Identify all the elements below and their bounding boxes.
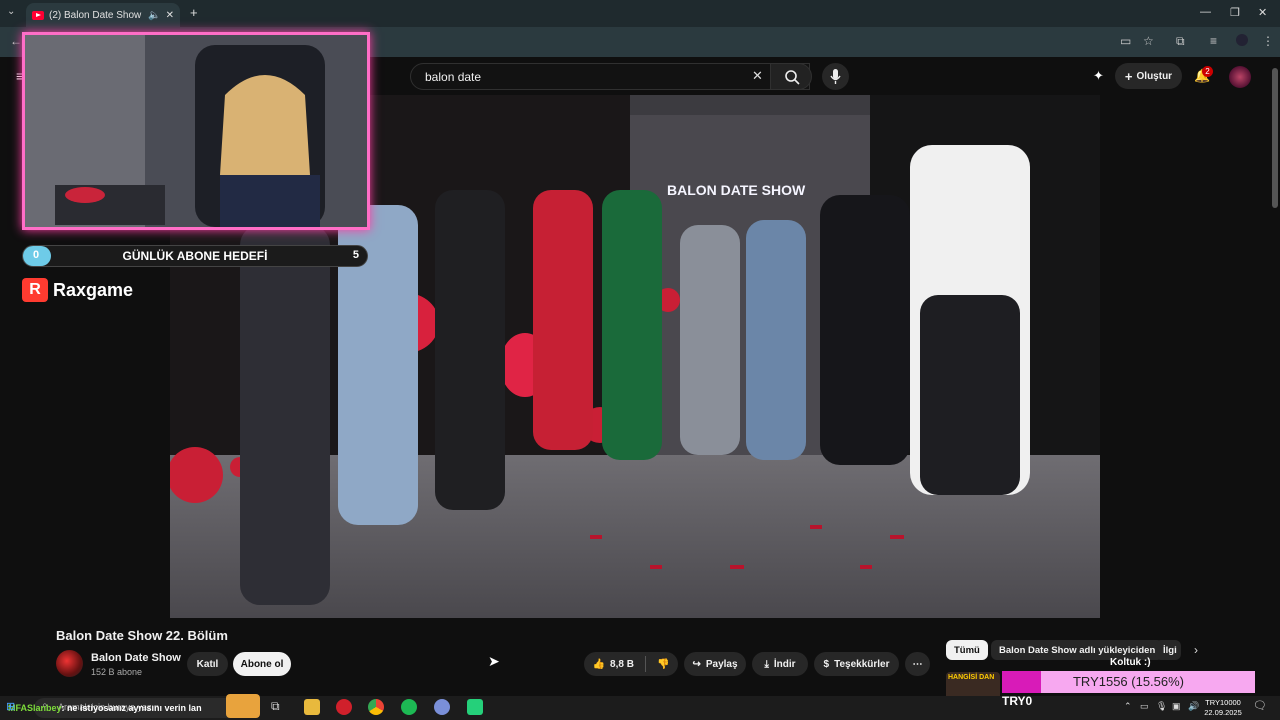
tray-display-icon[interactable]: ▣ bbox=[1172, 701, 1181, 712]
stream-chat-message: MFASlanbey: ne istiyosanız aynısını veri… bbox=[8, 703, 202, 713]
thumbs-up-icon: 👍 bbox=[592, 658, 606, 670]
plus-icon: + bbox=[1124, 68, 1133, 84]
menu-kebab-icon[interactable]: ⋮ bbox=[1262, 34, 1274, 48]
like-button[interactable]: 👍 8,8 B bbox=[593, 659, 634, 670]
notification-badge: 2 bbox=[1202, 66, 1213, 77]
search-input[interactable]: balon date bbox=[410, 63, 810, 90]
share-arrow-icon: ↪ bbox=[692, 658, 701, 670]
media-icon[interactable]: ≡ bbox=[1210, 34, 1217, 48]
chrome-icon[interactable] bbox=[368, 699, 384, 715]
goal-title: GÜNLÜK ABONE HEDEFİ bbox=[122, 249, 268, 263]
search-highlight-image bbox=[226, 694, 260, 718]
bookmark-star-icon[interactable]: ☆ bbox=[1143, 34, 1154, 48]
more-horizontal-icon: ⋯ bbox=[912, 658, 923, 670]
file-explorer-icon[interactable] bbox=[304, 699, 320, 715]
tray-mic-icon[interactable]: 🎙 bbox=[1156, 701, 1167, 712]
donation-bar-label: TRY1556 (15.56%) bbox=[1072, 674, 1185, 689]
tray-chevron-icon[interactable]: ⌃ bbox=[1124, 701, 1132, 712]
premium-gem-icon[interactable]: ✦ bbox=[1093, 68, 1104, 84]
thanks-label: Teşekkürler bbox=[834, 658, 890, 670]
download-label: İndir bbox=[773, 658, 796, 670]
facecam-frame bbox=[25, 35, 367, 227]
thumbs-down-icon[interactable]: 👎 bbox=[657, 659, 669, 670]
subscriber-count: 152 B abone bbox=[91, 667, 143, 677]
chat-username: MFASlanbey bbox=[8, 703, 62, 713]
new-tab-plus-icon[interactable]: + bbox=[190, 5, 198, 20]
speaker-icon[interactable]: 🔈 bbox=[148, 10, 160, 21]
neon-sign-text: BALON DATE SHOW bbox=[667, 182, 806, 198]
channel-avatar[interactable] bbox=[56, 650, 83, 677]
join-button[interactable]: Katıl bbox=[187, 652, 228, 676]
back-arrow-icon[interactable]: ← bbox=[10, 34, 22, 48]
browser-tab[interactable]: (2) Balon Date Show 22. Bö 🔈 ✕ bbox=[26, 3, 180, 27]
like-dislike-group: 👍 8,8 B 👎 bbox=[584, 652, 678, 676]
like-divider bbox=[644, 656, 646, 672]
search-button[interactable] bbox=[770, 63, 812, 90]
opera-icon[interactable] bbox=[336, 699, 352, 715]
chips-next-chevron-icon[interactable]: › bbox=[1194, 643, 1198, 657]
mouse-cursor-icon: ➤ bbox=[488, 653, 500, 669]
chat-text: : ne istiyosanız aynısını verin lan bbox=[61, 703, 202, 713]
donation-min-label: TRY0 bbox=[1002, 694, 1033, 708]
streamer-facecam bbox=[22, 32, 370, 230]
windows-start-icon[interactable]: ⊞ bbox=[6, 700, 15, 713]
notification-center-icon[interactable]: 🗨 bbox=[1253, 699, 1267, 712]
video-title: Balon Date Show 22. Bölüm bbox=[56, 628, 228, 643]
youtube-favicon-icon bbox=[32, 10, 44, 20]
subscribe-button[interactable]: Abone ol bbox=[233, 652, 291, 676]
voice-search-button[interactable] bbox=[822, 63, 849, 90]
channel-name[interactable]: Balon Date Show bbox=[91, 652, 181, 664]
clock-date: 22.09.2025 bbox=[1204, 708, 1242, 717]
brand-logo: R Raxgame bbox=[22, 278, 133, 302]
brand-letter: R bbox=[22, 278, 48, 302]
chip-all[interactable]: Tümü bbox=[946, 640, 988, 660]
tab-title: (2) Balon Date Show 22. Bö bbox=[49, 9, 143, 21]
brand-name: Raxgame bbox=[53, 279, 134, 300]
extensions-icon[interactable]: ⧉ bbox=[1176, 34, 1185, 49]
taskbar-clock[interactable]: TRY10000 22.09.2025 bbox=[1200, 698, 1246, 718]
tab-search-icon[interactable]: ⌄ bbox=[7, 6, 15, 17]
download-icon: ⤓ bbox=[764, 658, 769, 670]
clear-search-icon[interactable]: ✕ bbox=[752, 68, 763, 84]
create-button[interactable]: + Oluştur bbox=[1115, 63, 1182, 89]
chip-related[interactable]: İlgi bbox=[1155, 640, 1181, 660]
green-app-icon[interactable] bbox=[467, 699, 483, 715]
subscriber-goal-bar: 0 GÜNLÜK ABONE HEDEFİ 5 bbox=[22, 245, 368, 267]
tray-volume-icon[interactable]: 🔊 bbox=[1188, 701, 1199, 712]
account-avatar[interactable] bbox=[1229, 66, 1251, 88]
tab-close-icon[interactable]: ✕ bbox=[166, 10, 174, 21]
microphone-icon bbox=[830, 69, 841, 84]
thanks-button[interactable]: $ Teşekkürler bbox=[814, 652, 899, 676]
search-icon bbox=[785, 70, 800, 85]
task-view-icon[interactable]: ⧉ bbox=[271, 699, 280, 714]
download-button[interactable]: ⤓ İndir bbox=[752, 652, 808, 676]
donation-goal-title: Koltuk :) bbox=[1110, 657, 1151, 668]
goal-target: 5 bbox=[352, 249, 359, 261]
spotify-icon[interactable] bbox=[401, 699, 417, 715]
super-thanks-icon: $ bbox=[823, 658, 830, 670]
donation-goal-bar: TRY1556 (15.56%) bbox=[1002, 671, 1255, 693]
share-button[interactable]: ↪ Paylaş bbox=[684, 652, 746, 676]
app-icon[interactable] bbox=[434, 699, 450, 715]
share-label: Paylaş bbox=[705, 658, 738, 670]
profile-avatar[interactable] bbox=[1236, 34, 1248, 46]
close-window-icon[interactable]: ✕ bbox=[1258, 6, 1267, 19]
minimize-icon[interactable]: — bbox=[1200, 6, 1211, 18]
restore-icon[interactable]: ❐ bbox=[1230, 6, 1240, 19]
browser-tab-bar: ⌄ (2) Balon Date Show 22. Bö 🔈 ✕ + — ❐ ✕ bbox=[0, 0, 1280, 27]
cast-icon[interactable]: ▭ bbox=[1120, 34, 1131, 48]
page-scrollbar[interactable] bbox=[1272, 68, 1278, 208]
more-actions-button[interactable]: ⋯ bbox=[905, 652, 930, 676]
create-label: Oluştur bbox=[1136, 70, 1173, 82]
tray-network-icon[interactable]: ▭ bbox=[1140, 701, 1149, 712]
like-count: 8,8 B bbox=[610, 658, 634, 670]
donation-max-label: TRY10000 bbox=[1205, 698, 1241, 707]
